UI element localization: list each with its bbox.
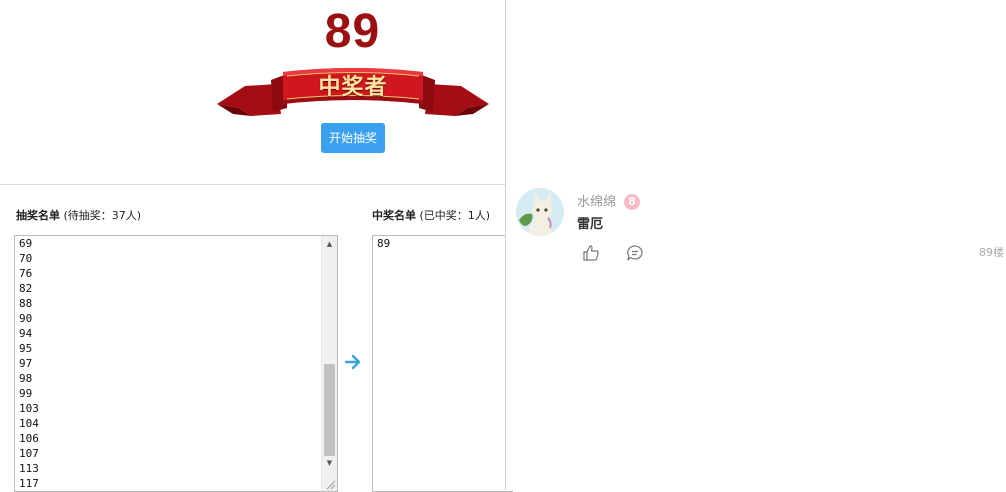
- list-item: 82: [19, 282, 33, 295]
- scroll-thumb[interactable]: [324, 364, 335, 456]
- pool-list-textarea[interactable]: 69 70 76 82 88 90 94 95 97 98 99 103 104…: [14, 235, 338, 492]
- list-item: 70: [19, 252, 33, 265]
- scroll-down-arrow-icon[interactable]: ▼: [322, 455, 337, 471]
- pool-list-title: 抽奖名单: [16, 209, 60, 222]
- list-item: 99: [19, 387, 33, 400]
- pool-list-heading: 抽奖名单 (待抽奖：37人): [16, 208, 141, 224]
- list-item: 95: [19, 342, 33, 355]
- list-item: 94: [19, 327, 33, 340]
- comment-text: 雷厄: [577, 217, 604, 232]
- start-lottery-button[interactable]: 开始抽奖: [321, 123, 385, 153]
- comment-panel: 水绵绵 8 雷厄 89楼: [505, 0, 1006, 490]
- pool-list-scrollbar[interactable]: ▲ ▼: [321, 236, 337, 491]
- list-item: 98: [19, 372, 33, 385]
- winner-list-heading: 中奖名单 (已中奖：1人): [372, 208, 490, 224]
- floor-number: 89楼: [979, 246, 1004, 259]
- section-divider: [0, 184, 505, 185]
- list-item: 104: [19, 417, 39, 430]
- list-item: 117: [19, 477, 39, 490]
- user-level-badge: 8: [624, 194, 640, 210]
- lottery-panel: 89 中奖者 开始抽奖 抽奖名单 (待抽奖：37人) 69 70 76 82 8…: [0, 0, 513, 492]
- list-item: 69: [19, 237, 33, 250]
- list-item: 113: [19, 462, 39, 475]
- list-item: 89: [377, 237, 391, 250]
- list-item: 88: [19, 297, 33, 310]
- scroll-up-arrow-icon[interactable]: ▲: [322, 236, 337, 252]
- winner-list-textarea[interactable]: 89: [372, 235, 513, 492]
- list-item: 76: [19, 267, 33, 280]
- avatar[interactable]: [516, 188, 564, 236]
- reply-icon[interactable]: [626, 244, 644, 262]
- comment-username[interactable]: 水绵绵: [577, 194, 616, 212]
- list-item: 103: [19, 402, 39, 415]
- thumbs-up-icon[interactable]: [582, 244, 600, 262]
- arrow-right-icon[interactable]: [343, 350, 363, 374]
- pool-list-status: (待抽奖：37人): [63, 209, 142, 222]
- resize-grip-icon[interactable]: [322, 474, 337, 491]
- winner-list-status: (已中奖：1人): [419, 209, 491, 222]
- list-item: 106: [19, 432, 39, 445]
- list-item: 107: [19, 447, 39, 460]
- ribbon-title: 中奖者: [318, 74, 388, 100]
- winner-list-entries: 89: [377, 236, 390, 251]
- winner-list-title: 中奖名单: [372, 209, 416, 222]
- list-item: 90: [19, 312, 33, 325]
- list-item: 97: [19, 357, 33, 370]
- pool-list-entries: 69 70 76 82 88 90 94 95 97 98 99 103 104…: [19, 236, 39, 491]
